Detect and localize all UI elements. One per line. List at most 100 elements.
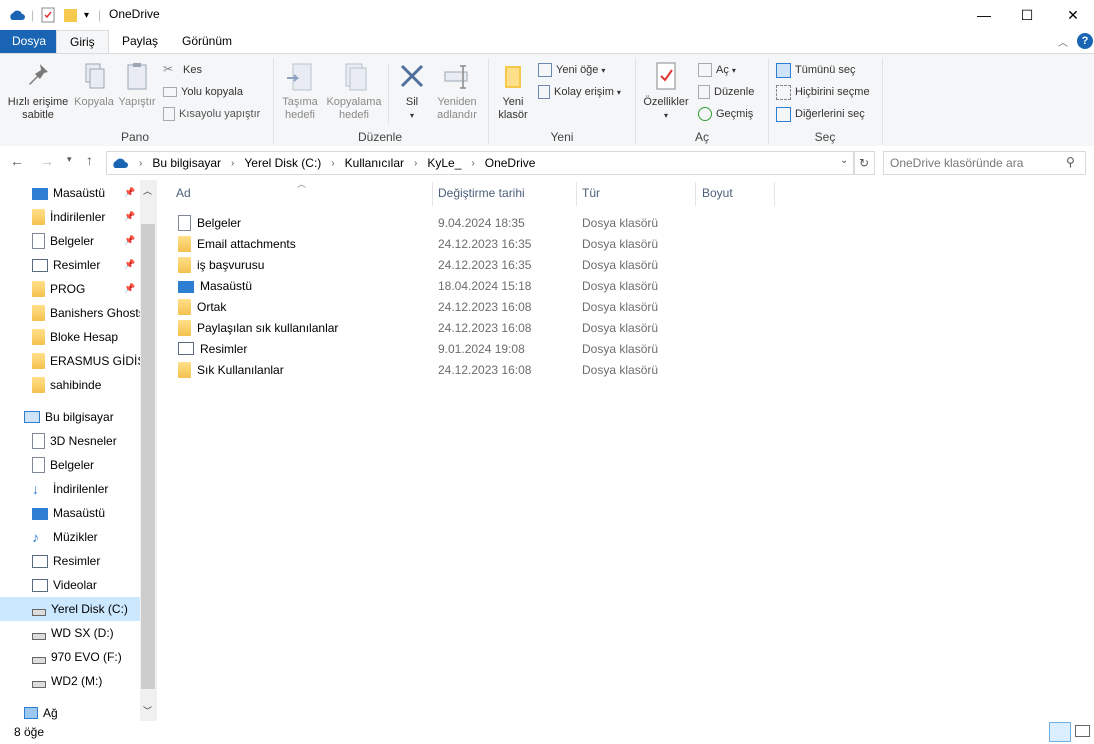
column-header-name[interactable]: Ad — [176, 186, 191, 202]
address-dropdown-icon[interactable]: ⌄ — [840, 155, 848, 166]
file-row[interactable]: Email attachments 24.12.2023 16:35 Dosya k… — [176, 233, 701, 254]
nav-item-label: WD SX (D:) — [51, 626, 114, 640]
column-header-type[interactable]: Tür — [582, 186, 600, 202]
help-icon[interactable]: ? — [1077, 33, 1093, 49]
file-name: Belgeler — [197, 215, 242, 230]
nav-quick-item[interactable]: Banishers Ghosts — [0, 301, 140, 325]
nav-item-label: Masaüstü — [53, 186, 106, 200]
file-row[interactable]: Paylaşılan sık kullanılanlar 24.12.2023 1… — [176, 317, 701, 338]
edit-button[interactable]: Düzenle — [698, 83, 754, 101]
copy-button[interactable]: Kopyala — [73, 58, 115, 109]
move-to-icon — [284, 60, 316, 92]
nav-item-label: Masaüstü — [53, 506, 106, 520]
onedrive-app-icon — [8, 6, 26, 24]
copy-path-button[interactable]: Yolu kopyala — [163, 83, 243, 101]
nav-scrollbar[interactable]: ︿ ﹀ — [140, 180, 157, 721]
new-item-button[interactable]: Yeni öğe ▾ — [538, 61, 605, 79]
forward-arrow-icon[interactable]: → — [40, 153, 54, 169]
properties-button[interactable]: Özellikler ▾ — [641, 58, 691, 122]
tab-file[interactable]: Dosya — [0, 30, 59, 53]
nav-quick-item[interactable]: Belgeler — [0, 229, 140, 253]
drive-icon — [32, 608, 46, 616]
new-folder-quick-icon[interactable] — [63, 6, 79, 24]
nav-pc-item[interactable]: Masaüstü — [0, 501, 140, 525]
nav-item-label: İndirilenler — [50, 210, 106, 224]
copy-to-button[interactable]: Kopyalama hedefi — [324, 58, 384, 122]
maximize-button[interactable]: ☐ — [1004, 0, 1050, 30]
nav-quick-item[interactable]: sahibinde — [0, 373, 140, 397]
column-header-date[interactable]: Değiştirme tarihi — [438, 186, 525, 202]
cut-button[interactable]: ✂ Kes — [163, 61, 202, 79]
nav-quick-item[interactable]: Resimler — [0, 253, 140, 277]
minimize-icon: — — [977, 7, 991, 23]
quick-access-dropdown-icon[interactable]: ▾ — [84, 6, 89, 24]
easy-access-button[interactable]: Kolay erişim ▾ — [538, 83, 621, 101]
breadcrumb-users[interactable]: Kullanıcılar — [345, 156, 404, 170]
new-folder-button[interactable]: Yeni klasör — [494, 58, 532, 122]
file-row[interactable]: Masaüstü 18.04.2024 15:18 Dosya klasörü — [176, 275, 701, 296]
file-type: Dosya klasörü — [582, 278, 659, 293]
open-button[interactable]: Aç ▾ — [698, 61, 736, 79]
nav-pc-item[interactable]: WD SX (D:) — [0, 621, 140, 645]
folder-icon — [32, 377, 45, 393]
rename-button[interactable]: Yeniden adlandır — [433, 58, 481, 122]
invert-selection-button[interactable]: Diğerlerini seç — [776, 105, 865, 123]
nav-pc-item[interactable]: Resimler — [0, 549, 140, 573]
nav-quick-item[interactable]: PROG — [0, 277, 140, 301]
file-row[interactable]: Sık Kullanılanlar 24.12.2023 16:08 Dosya k… — [176, 359, 701, 380]
close-button[interactable]: ✕ — [1050, 0, 1094, 30]
tab-home[interactable]: Giriş — [56, 30, 109, 54]
paste-shortcut-button[interactable]: Kısayolu yapıştır — [163, 105, 260, 123]
file-type: Dosya klasörü — [582, 236, 659, 251]
nav-this-pc[interactable]: Bu bilgisayar — [0, 405, 140, 429]
nav-pc-item[interactable]: WD2 (M:) — [0, 669, 140, 693]
column-header-size[interactable]: Boyut — [702, 186, 733, 202]
file-row[interactable]: iş başvurusu 24.12.2023 16:35 Dosya klasör… — [176, 254, 701, 275]
breadcrumb-user[interactable]: KyLe_ — [427, 156, 461, 170]
up-arrow-icon[interactable]: ↑ — [86, 152, 93, 168]
nav-pc-item[interactable]: Videolar — [0, 573, 140, 597]
file-row[interactable]: Belgeler 9.04.2024 18:35 Dosya klasörü — [176, 212, 701, 233]
nav-scroll-thumb[interactable] — [141, 224, 155, 689]
details-view-icon[interactable] — [1049, 722, 1071, 742]
breadcrumb-this-pc[interactable]: Bu bilgisayar — [152, 156, 221, 170]
breadcrumb-local-disk[interactable]: Yerel Disk (C:) — [244, 156, 321, 170]
breadcrumb-onedrive[interactable]: OneDrive — [485, 156, 536, 170]
nav-pc-item[interactable]: Yerel Disk (C:) — [0, 597, 140, 621]
tab-share[interactable]: Paylaş — [109, 30, 171, 53]
nav-pc-item[interactable]: Belgeler — [0, 453, 140, 477]
history-label: Geçmiş — [716, 108, 754, 120]
properties-quick-icon[interactable] — [40, 6, 56, 24]
pin-quick-access-button[interactable]: Hızlı erişime sabitle — [6, 58, 70, 122]
nav-pc-item[interactable]: 3D Nesneler — [0, 429, 140, 453]
file-type: Dosya klasörü — [582, 215, 659, 230]
collapse-ribbon-icon[interactable]: ︿ — [1058, 34, 1068, 49]
scroll-up-icon[interactable]: ︿ — [143, 184, 152, 197]
search-box[interactable]: OneDrive klasöründe ara ⚲ — [883, 151, 1086, 175]
nav-quick-item[interactable]: ERASMUS GİDİŞ — [0, 349, 140, 373]
nav-quick-item[interactable]: Bloke Hesap — [0, 325, 140, 349]
file-date: 9.04.2024 18:35 — [438, 215, 525, 230]
refresh-icon[interactable]: ↻ — [853, 151, 875, 175]
recent-locations-icon[interactable]: ▾ — [67, 154, 72, 165]
nav-pc-item[interactable]: ♪ Müzikler — [0, 525, 140, 549]
history-button[interactable]: Geçmiş — [698, 105, 753, 123]
large-icons-view-icon[interactable] — [1075, 725, 1090, 737]
file-row[interactable]: Resimler 9.01.2024 19:08 Dosya klasörü — [176, 338, 701, 359]
select-all-button[interactable]: Tümünü seç — [776, 61, 856, 79]
address-bar[interactable]: › Bu bilgisayar › Yerel Disk (C:) › Kull… — [106, 151, 855, 175]
tab-view[interactable]: Görünüm — [169, 30, 245, 53]
file-row[interactable]: Ortak 24.12.2023 16:08 Dosya klasörü — [176, 296, 701, 317]
nav-quick-item[interactable]: İndirilenler — [0, 205, 140, 229]
nav-pc-item[interactable]: 970 EVO (F:) — [0, 645, 140, 669]
move-to-button[interactable]: Taşıma hedefi — [279, 58, 321, 122]
delete-button[interactable]: Sil ▾ — [396, 58, 428, 122]
nav-quick-item[interactable]: Masaüstü — [0, 181, 140, 205]
scroll-down-icon[interactable]: ﹀ — [143, 704, 152, 717]
select-none-button[interactable]: Hiçbirini seçme — [776, 83, 870, 101]
nav-item-label: Müzikler — [53, 530, 98, 544]
minimize-button[interactable]: — — [961, 0, 1007, 30]
back-arrow-icon[interactable]: ← — [10, 153, 24, 169]
paste-button[interactable]: Yapıştır — [117, 58, 157, 109]
nav-pc-item[interactable]: ↓ İndirilenler — [0, 477, 140, 501]
